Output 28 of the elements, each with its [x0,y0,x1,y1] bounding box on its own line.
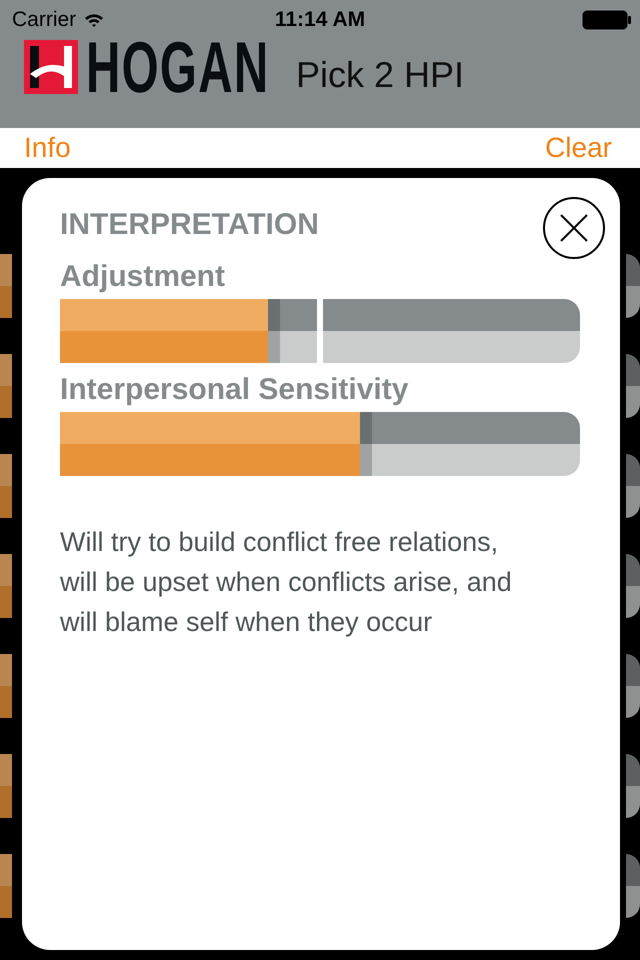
logo-text: HOGAN [86,32,270,104]
logo-icon [24,40,78,94]
info-link[interactable]: Info [24,132,71,164]
dimmed-bar [0,454,12,518]
dimmed-bar [626,454,640,518]
app-title: Pick 2 HPI [296,54,464,96]
carrier-label: Carrier [12,8,76,32]
dimmed-bar [626,554,640,618]
dimmed-bar [0,354,12,418]
scale-label: Interpersonal Sensitivity [60,373,410,406]
dimmed-bar [0,254,12,318]
interpretation-text: Will try to build conflict free relations, will be upset when conflicts arise, and will blame self when they occur [60,526,512,639]
close-icon[interactable] [542,196,606,260]
dimmed-bar [0,554,12,618]
dimmed-bar [626,354,640,418]
dimmed-bar [626,654,640,718]
clear-link[interactable]: Clear [545,132,612,164]
dimmed-bar [0,754,12,818]
battery-icon [582,10,632,30]
dimmed-bar [626,254,640,318]
status-time: 11:14 AM [274,8,366,32]
dimmed-bar [0,854,12,918]
scale-label: Adjustment [60,260,226,293]
wifi-icon [84,13,104,27]
dimmed-bar [626,854,640,918]
dialog-title: INTERPRETATION [60,208,319,242]
dimmed-bar [626,754,640,818]
dimmed-bar [0,654,12,718]
